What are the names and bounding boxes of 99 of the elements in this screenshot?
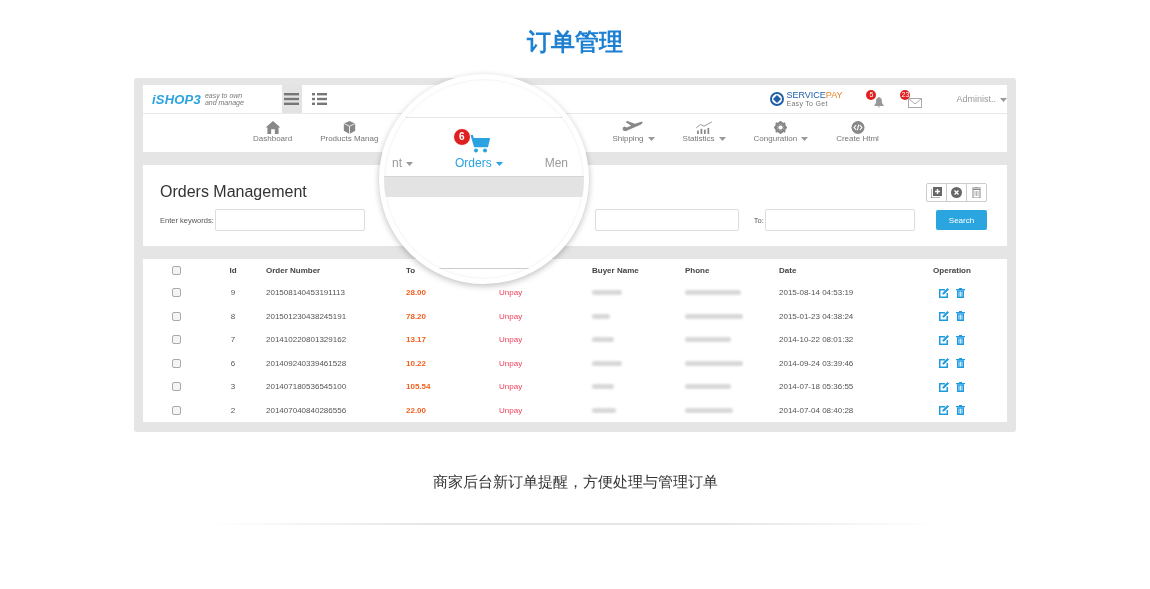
nav-item[interactable]: Men (544, 156, 569, 170)
column-header: Buyer Name (592, 265, 639, 275)
table-cell: 2015-08-14 04:53:19 (779, 288, 854, 298)
view-toggle[interactable] (281, 85, 302, 113)
edit-icon[interactable] (939, 381, 949, 392)
trash-icon[interactable] (956, 334, 965, 345)
table-cell: 2014-10-22 08:01:32 (779, 335, 854, 345)
row-checkbox[interactable] (171, 405, 181, 415)
input-field[interactable] (594, 209, 739, 231)
table-cell: 201410220801329162 (266, 335, 347, 345)
table-cell: 22.00 (406, 405, 427, 415)
user-menu[interactable]: Administ.. (956, 94, 1007, 104)
table-cell: Unpay (499, 311, 523, 321)
blurred-text (592, 407, 616, 413)
column-header: Operation (933, 265, 971, 275)
row-checkbox[interactable] (171, 335, 181, 345)
mail-icon (908, 98, 923, 108)
box-icon (341, 121, 357, 134)
table-cell: Unpay (499, 405, 523, 415)
table-cell: Unpay (499, 382, 523, 392)
date-field[interactable] (764, 209, 915, 231)
table-cell: 3 (230, 382, 236, 392)
column-header: To (406, 265, 416, 275)
home-icon (264, 121, 281, 134)
table-cell: Unpay (499, 335, 523, 345)
menu-icon (284, 93, 300, 105)
trash-icon[interactable] (956, 381, 965, 392)
row-checkbox[interactable] (171, 382, 181, 392)
column-header: Order Number (266, 265, 321, 275)
table-cell: 201407180536545100 (266, 382, 347, 392)
edit-icon[interactable] (939, 358, 949, 369)
chart-icon (694, 121, 715, 134)
table-cell: 201409240339461528 (266, 358, 347, 368)
trash-icon[interactable] (956, 358, 965, 369)
nav-item[interactable]: nt (392, 156, 413, 170)
table-cell: Unpay (499, 358, 523, 368)
nav-item[interactable]: 6 Orders (455, 128, 503, 170)
table-cell: 28.00 (406, 288, 427, 298)
nav-item[interactable]: Conguration (753, 114, 809, 144)
trash-icon[interactable] (956, 311, 965, 322)
table-cell: 2014-07-04 08:40:28 (779, 405, 854, 415)
blurred-text (685, 360, 743, 366)
nav-item[interactable]: Create Html (836, 114, 879, 144)
column-header: Id (229, 265, 237, 275)
nav-item[interactable]: Products Manag (320, 114, 379, 144)
table-cell: 201407040840286556 (266, 405, 347, 415)
caret-icon (1000, 97, 1007, 102)
table-cell: 8 (230, 311, 236, 321)
blurred-text (592, 337, 614, 343)
table-cell: Unpay (499, 288, 523, 298)
page-heading: 订单管理 (527, 27, 623, 57)
trash-icon[interactable] (956, 405, 965, 416)
blurred-text (685, 290, 741, 296)
edit-icon[interactable] (939, 405, 949, 416)
blurred-text (685, 384, 731, 390)
table-cell: 78.20 (406, 311, 427, 321)
nav-item[interactable]: Statistics (682, 114, 726, 144)
blurred-text (685, 337, 731, 343)
edit-icon[interactable] (939, 311, 949, 322)
table-cell: 201508140453191113 (266, 288, 345, 298)
table-cell: 201501230438245191 (266, 311, 347, 321)
table-cell: 2014-07-18 05:36:55 (779, 382, 854, 392)
table-cell: 13.17 (406, 335, 427, 345)
row-checkbox[interactable] (171, 358, 181, 368)
table-cell: 2015-01-23 04:38:24 (779, 311, 854, 321)
count-badge: 6 (452, 128, 471, 146)
blurred-text (592, 384, 614, 390)
table-cell: 10.22 (406, 358, 427, 368)
code-icon (850, 121, 865, 134)
trash-icon[interactable] (956, 287, 965, 298)
list-icon (312, 93, 328, 105)
row-checkbox[interactable] (171, 311, 181, 321)
plane-icon (622, 121, 645, 134)
search-button[interactable]: Search (936, 210, 987, 230)
row-checkbox[interactable] (171, 288, 181, 298)
blurred-text (685, 407, 733, 413)
gear-icon (773, 121, 789, 134)
select-all-checkbox[interactable] (171, 265, 181, 275)
table-cell: 2014-09-24 03:39:46 (779, 358, 854, 368)
blurred-text (592, 290, 622, 296)
column-header: Date (779, 265, 797, 275)
edit-icon[interactable] (939, 287, 949, 298)
logo: iSHOP3 (152, 91, 201, 107)
column-header: Phone (685, 265, 710, 275)
table-cell: 9 (230, 288, 236, 298)
table-cell: 6 (230, 358, 236, 368)
table-cell: 2 (230, 405, 236, 415)
table-cell: 7 (230, 335, 236, 345)
caption: 商家后台新订单提醒，方便处理与管理订单 (432, 472, 718, 492)
table-cell: 105.54 (406, 382, 431, 392)
edit-icon[interactable] (939, 334, 949, 345)
bell-icon (874, 97, 885, 108)
nav-item[interactable]: Shipping (612, 114, 655, 144)
keyword-field[interactable] (214, 209, 365, 231)
blurred-text (592, 313, 610, 319)
panel-title: Orders Management (160, 183, 307, 201)
blurred-text (685, 313, 743, 319)
nav-item[interactable]: Dashboard (253, 114, 293, 144)
blurred-text (592, 360, 622, 366)
